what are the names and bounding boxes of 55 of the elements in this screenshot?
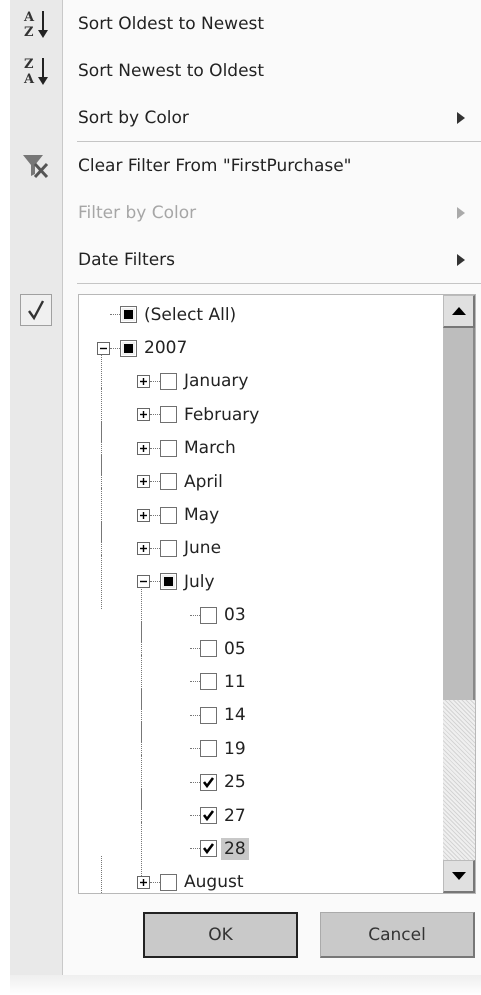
- tree-item-label[interactable]: 19: [221, 738, 249, 760]
- expander-icon[interactable]: [137, 508, 150, 522]
- expander-icon[interactable]: [137, 374, 150, 388]
- scroll-up-icon[interactable]: [443, 295, 475, 328]
- expander-icon[interactable]: [97, 342, 110, 355]
- checkbox[interactable]: [200, 673, 217, 690]
- checkbox[interactable]: [160, 473, 177, 490]
- tree-item-label[interactable]: 11: [221, 670, 249, 693]
- dialog-button[interactable]: OK: [143, 912, 298, 958]
- tree-item-label[interactable]: 28: [221, 838, 249, 860]
- checkbox[interactable]: [200, 606, 217, 624]
- checkbox[interactable]: [160, 573, 177, 590]
- tree-item-label[interactable]: March: [181, 437, 239, 460]
- checkbox[interactable]: [120, 306, 137, 324]
- checkbox[interactable]: [200, 807, 217, 824]
- tree-item-label[interactable]: 27: [221, 804, 249, 827]
- tree-item-label[interactable]: (Select All): [141, 304, 240, 326]
- menu-item[interactable]: Clear Filter From "FirstPurchase": [62, 146, 481, 186]
- tree-item-label[interactable]: February: [181, 404, 262, 426]
- tree-item-label[interactable]: April: [181, 470, 226, 493]
- tree-item-label[interactable]: July: [181, 570, 218, 593]
- scrollbar[interactable]: [443, 295, 475, 893]
- checkbox[interactable]: [160, 874, 177, 891]
- tree-item-label[interactable]: 2007: [141, 337, 190, 360]
- checkbox[interactable]: [200, 840, 217, 858]
- expander-icon[interactable]: [137, 542, 150, 555]
- checkbox[interactable]: [200, 740, 217, 758]
- menu-item[interactable]: Sort by Color: [62, 98, 457, 138]
- menu-item[interactable]: Date Filters: [62, 240, 457, 280]
- expander-icon[interactable]: [137, 408, 150, 422]
- menu-item[interactable]: Sort Oldest to Newest: [62, 4, 481, 44]
- checkbox[interactable]: [200, 706, 217, 724]
- tree-item-label[interactable]: August: [181, 871, 246, 893]
- expander-icon[interactable]: [137, 475, 150, 488]
- tree-item-label[interactable]: 14: [221, 704, 249, 726]
- tree-item-label[interactable]: 25: [221, 771, 249, 794]
- menu-item[interactable]: Sort Newest to Oldest: [62, 50, 481, 90]
- checkbox[interactable]: [120, 340, 137, 357]
- checkbox[interactable]: [200, 774, 217, 791]
- tree-item-label[interactable]: May: [181, 504, 222, 526]
- dialog-button[interactable]: Cancel: [320, 912, 475, 958]
- checkbox[interactable]: [160, 406, 177, 424]
- checkbox[interactable]: [160, 440, 177, 457]
- checkbox[interactable]: [160, 506, 177, 524]
- tree-item-label[interactable]: June: [181, 537, 224, 560]
- tree-item-label[interactable]: 03: [221, 604, 249, 626]
- expander-icon[interactable]: [137, 442, 150, 455]
- expander-icon[interactable]: [137, 575, 150, 588]
- scroll-down-icon[interactable]: [443, 860, 475, 893]
- checkbox[interactable]: [160, 540, 177, 557]
- tree-item-label[interactable]: 05: [221, 638, 249, 660]
- checkbox[interactable]: [200, 640, 217, 658]
- checkbox[interactable]: [160, 372, 177, 390]
- tree-item-label[interactable]: January: [181, 370, 252, 392]
- expander-icon[interactable]: [137, 876, 150, 889]
